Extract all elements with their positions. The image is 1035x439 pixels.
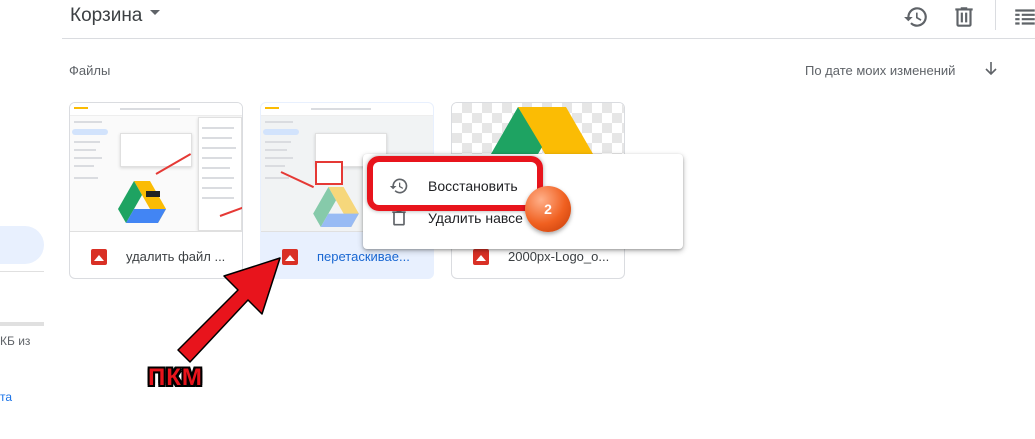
image-file-icon xyxy=(91,249,107,265)
header-separator xyxy=(995,0,996,30)
menu-item-label: Удалить навсе xyxy=(428,210,523,226)
right-click-label: ПКМ xyxy=(148,364,203,391)
sidebar-divider xyxy=(0,271,44,272)
storage-text: КБ из xyxy=(0,334,31,348)
page-title[interactable]: Корзина xyxy=(70,5,142,27)
file-thumbnail xyxy=(70,103,242,232)
sidebar-active-item[interactable] xyxy=(0,226,44,264)
image-file-icon xyxy=(473,249,489,265)
arrow-down-icon[interactable] xyxy=(983,60,999,78)
sort-button[interactable]: По дате моих изменений xyxy=(805,63,955,78)
file-name: 2000px-Logo_o... xyxy=(508,249,610,264)
page-header: Корзина xyxy=(62,0,1035,39)
storage-bar xyxy=(0,322,44,326)
history-icon[interactable] xyxy=(903,4,929,30)
pointer-arrow-icon xyxy=(177,257,281,363)
delete-forever-icon xyxy=(392,210,406,226)
trash-icon[interactable] xyxy=(951,4,977,30)
list-view-icon[interactable] xyxy=(1012,4,1035,30)
restore-highlight-frame xyxy=(367,156,543,211)
chevron-down-icon[interactable] xyxy=(150,10,160,15)
storage-link[interactable]: та xyxy=(0,390,12,404)
step-badge: 2 xyxy=(525,186,571,232)
files-section-label: Файлы xyxy=(69,63,111,78)
file-name: перетаскивае... xyxy=(317,249,410,264)
